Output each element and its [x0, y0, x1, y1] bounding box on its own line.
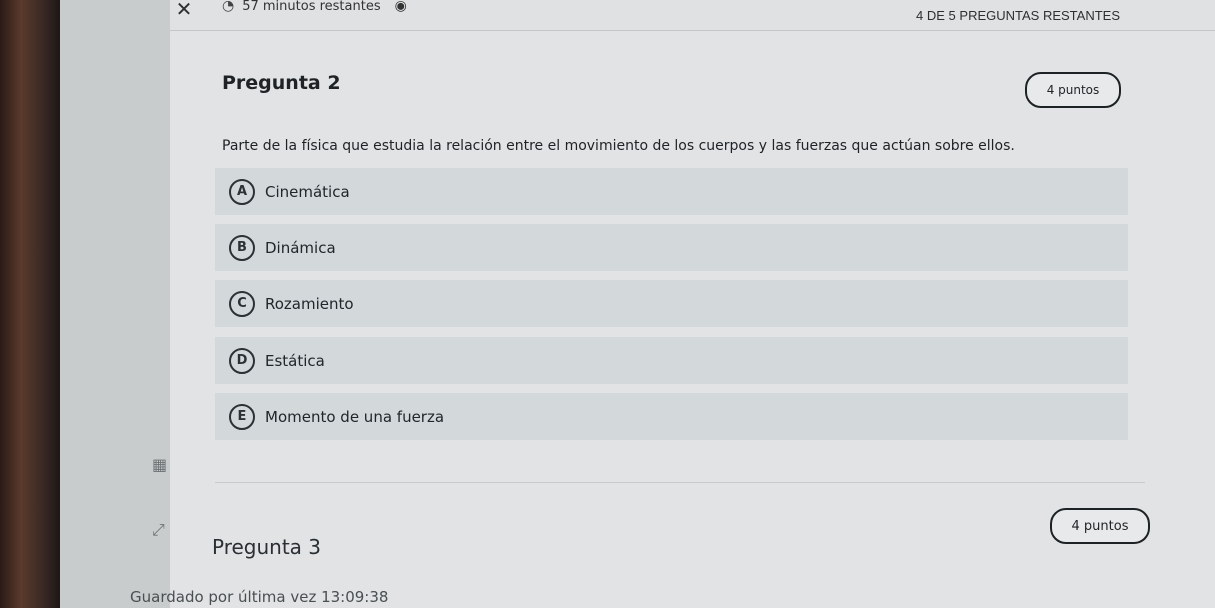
answer-option-d[interactable]: D Estática	[215, 337, 1128, 384]
questions-remaining: 4 DE 5 PREGUNTAS RESTANTES	[916, 8, 1120, 23]
option-label: Cinemática	[265, 182, 350, 201]
close-icon[interactable]: ✕	[172, 0, 196, 21]
next-question-title: Pregunta 3	[212, 535, 322, 559]
main-content: ✕ ◔ 57 minutos restantes ◉ 4 DE 5 PREGUN…	[130, 0, 1215, 608]
question-title: Pregunta 2	[222, 72, 341, 94]
next-question-points: 4 puntos	[1050, 508, 1150, 544]
saved-status: Guardado por última vez 13:09:38	[130, 588, 389, 606]
answer-option-a[interactable]: A Cinemática	[215, 168, 1128, 215]
question-text: Parte de la física que estudia la relaci…	[222, 138, 1015, 154]
eye-icon[interactable]: ◉	[395, 0, 407, 14]
answer-option-c[interactable]: C Rozamiento	[215, 280, 1128, 327]
left-bezel	[0, 0, 60, 608]
option-letter: E	[229, 403, 255, 430]
tool-icon[interactable]: ⤢	[152, 520, 165, 540]
question-divider	[215, 482, 1145, 483]
option-letter: B	[229, 234, 255, 261]
timer-icon: ◔	[222, 0, 235, 14]
option-letter: C	[229, 290, 255, 317]
option-letter: A	[229, 178, 255, 205]
timer-text: 57 minutos restantes	[242, 0, 381, 14]
question-points: 4 puntos	[1025, 72, 1121, 108]
option-label: Estática	[265, 351, 325, 370]
option-label: Rozamiento	[265, 294, 354, 313]
left-navigation-rail: ▦ ⤢	[60, 0, 171, 608]
answer-option-e[interactable]: E Momento de una fuerza	[215, 393, 1128, 440]
option-label: Dinámica	[265, 238, 336, 257]
timer: ◔ 57 minutos restantes ◉	[222, 0, 407, 14]
option-letter: D	[229, 347, 255, 374]
answer-option-b[interactable]: B Dinámica	[215, 224, 1128, 271]
option-label: Momento de una fuerza	[265, 407, 445, 426]
calculator-icon[interactable]: ▦	[152, 455, 167, 474]
top-bar: ✕ ◔ 57 minutos restantes ◉ 4 DE 5 PREGUN…	[170, 0, 1215, 31]
